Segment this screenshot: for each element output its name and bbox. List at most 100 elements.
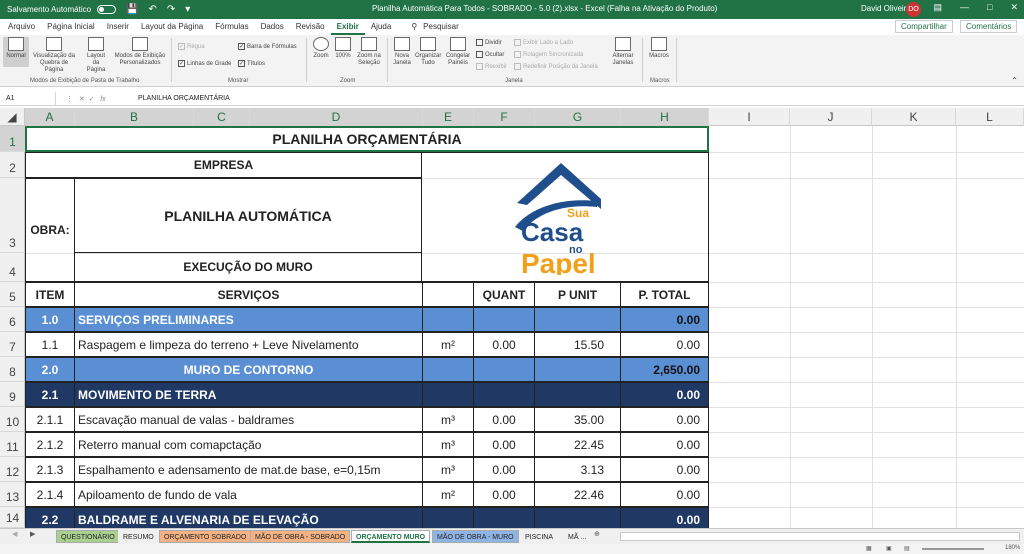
- share-button[interactable]: Compartilhar: [895, 20, 953, 33]
- quant-cell[interactable]: [473, 307, 535, 332]
- close-icon[interactable]: ✕: [1010, 2, 1018, 13]
- header-item[interactable]: ITEM: [25, 282, 75, 307]
- arrange-all-button[interactable]: Organizar Tudo: [415, 37, 441, 67]
- quant-cell[interactable]: [473, 382, 535, 407]
- zoom-selection-button[interactable]: Zoom na Seleção: [356, 37, 382, 67]
- name-box[interactable]: A1: [0, 91, 56, 106]
- total-cell[interactable]: 0.00: [620, 407, 709, 432]
- unit-cell[interactable]: [422, 507, 474, 528]
- side-by-side-button[interactable]: Exibir Lado a Lado: [514, 39, 573, 46]
- punit-cell[interactable]: 22.46: [534, 482, 621, 507]
- tab-exibir[interactable]: Exibir: [330, 19, 365, 35]
- headings-checkbox[interactable]: ✓ Títulos: [238, 60, 265, 67]
- tab-formulas[interactable]: Fórmulas: [209, 19, 254, 35]
- total-cell[interactable]: 0.00: [620, 382, 709, 407]
- item-cell[interactable]: 2.2: [25, 507, 75, 528]
- row-header[interactable]: 12: [0, 457, 25, 482]
- row-header[interactable]: 1: [0, 126, 25, 152]
- quant-cell[interactable]: 0.00: [473, 332, 535, 357]
- punit-cell[interactable]: [534, 357, 621, 382]
- zoom-level[interactable]: 180%: [1005, 545, 1020, 551]
- header-quant[interactable]: QUANT: [473, 282, 535, 307]
- item-cell[interactable]: 1.0: [25, 307, 75, 332]
- section-title-cell[interactable]: BALDRAME E ALVENARIA DE ELEVAÇÃO: [74, 507, 423, 528]
- horizontal-scrollbar[interactable]: [620, 532, 1020, 541]
- unit-cell[interactable]: m³: [422, 432, 474, 457]
- header-servicos[interactable]: SERVIÇOS: [74, 282, 423, 307]
- zoom-100-button[interactable]: 100%: [333, 37, 353, 60]
- reset-position-button[interactable]: Redefinir Posição da Janela: [514, 63, 598, 70]
- description-cell[interactable]: Apiloamento de fundo de vala: [74, 482, 423, 507]
- formula-input[interactable]: PLANILHA ORÇAMENTÁRIA: [128, 95, 230, 102]
- column-header[interactable]: E: [423, 108, 474, 126]
- unit-cell[interactable]: m²: [422, 482, 474, 507]
- row-header[interactable]: 3: [0, 178, 25, 253]
- punit-cell[interactable]: [534, 382, 621, 407]
- save-icon[interactable]: 💾: [126, 4, 138, 15]
- tab-dados[interactable]: Dados: [255, 19, 290, 35]
- autosave-toggle[interactable]: [97, 5, 117, 14]
- description-cell[interactable]: Escavação manual de valas - baldrames: [74, 407, 423, 432]
- unit-cell[interactable]: [422, 357, 474, 382]
- row-header[interactable]: 8: [0, 357, 25, 382]
- punit-cell[interactable]: 22.45: [534, 432, 621, 457]
- row-header[interactable]: 14: [0, 507, 25, 528]
- column-header[interactable]: C: [194, 108, 250, 126]
- row-header[interactable]: 10: [0, 407, 25, 432]
- hide-button[interactable]: Ocultar: [476, 51, 504, 58]
- sheet-tab[interactable]: MÃO DE OBRA - SOBRADO: [250, 530, 351, 543]
- column-header[interactable]: K: [872, 108, 956, 126]
- column-header[interactable]: I: [709, 108, 790, 126]
- unit-cell[interactable]: [422, 307, 474, 332]
- macros-button[interactable]: Macros: [647, 37, 671, 60]
- description-cell[interactable]: Reterro manual com comapctação: [74, 432, 423, 457]
- sheet-tab[interactable]: QUESTIONÁRIO: [56, 530, 120, 543]
- obra-name-cell[interactable]: PLANILHA AUTOMÁTICA: [74, 178, 422, 253]
- header-ptotal[interactable]: P. TOTAL: [620, 282, 709, 307]
- quant-cell[interactable]: 0.00: [473, 432, 535, 457]
- split-button[interactable]: Dividir: [476, 39, 502, 46]
- item-cell[interactable]: 2.1.4: [25, 482, 75, 507]
- redo-icon[interactable]: ↷: [167, 4, 175, 15]
- row-header[interactable]: 13: [0, 482, 25, 507]
- quant-cell[interactable]: [473, 507, 535, 528]
- prev-sheet-icon[interactable]: ◀: [12, 530, 17, 538]
- add-sheet-icon[interactable]: ⊕: [594, 530, 600, 538]
- column-header[interactable]: A: [25, 108, 75, 126]
- select-all-corner[interactable]: ◢: [0, 108, 25, 126]
- minimize-icon[interactable]: —: [960, 2, 969, 13]
- quant-cell[interactable]: 0.00: [473, 407, 535, 432]
- total-cell[interactable]: 2,650.00: [620, 357, 709, 382]
- page-break-preview-button[interactable]: Visualização da Quebra de Página: [31, 37, 77, 74]
- company-cell[interactable]: EMPRESA: [25, 152, 422, 178]
- page-layout-button[interactable]: Layout da Página: [83, 37, 109, 74]
- customize-toolbar-icon[interactable]: ▾: [185, 4, 190, 15]
- row-header[interactable]: 4: [0, 253, 25, 282]
- zoom-slider[interactable]: [922, 548, 984, 550]
- ribbon-options-icon[interactable]: ▤: [934, 2, 943, 13]
- column-header[interactable]: J: [790, 108, 872, 126]
- tab-inserir[interactable]: Inserir: [101, 19, 135, 35]
- undo-icon[interactable]: ↶: [149, 4, 157, 15]
- column-header[interactable]: L: [956, 108, 1024, 126]
- worksheet-grid[interactable]: PLANILHA ORÇAMENTÁRIA EMPRESA OBRA: PLAN…: [25, 126, 1024, 528]
- total-cell[interactable]: 0.00: [620, 307, 709, 332]
- total-cell[interactable]: 0.00: [620, 482, 709, 507]
- item-cell[interactable]: 2.1.2: [25, 432, 75, 457]
- quant-cell[interactable]: [473, 357, 535, 382]
- unit-cell[interactable]: m²: [422, 332, 474, 357]
- column-header[interactable]: F: [474, 108, 535, 126]
- item-cell[interactable]: 2.1: [25, 382, 75, 407]
- item-cell[interactable]: 2.0: [25, 357, 75, 382]
- total-cell[interactable]: 0.00: [620, 457, 709, 482]
- row-header[interactable]: 5: [0, 282, 25, 307]
- search-box[interactable]: Pesquisar: [423, 19, 465, 35]
- ruler-checkbox[interactable]: ✓ Régua: [178, 43, 205, 50]
- user-name[interactable]: David Oliveira: [861, 4, 911, 13]
- zoom-button[interactable]: Zoom: [311, 37, 331, 60]
- section-title-cell[interactable]: MURO DE CONTORNO: [74, 357, 423, 382]
- column-header[interactable]: G: [535, 108, 621, 126]
- normal-view-button[interactable]: Normal: [3, 37, 29, 67]
- sheet-title[interactable]: PLANILHA ORÇAMENTÁRIA: [25, 126, 709, 152]
- switch-windows-button[interactable]: Alternar Janelas: [610, 37, 636, 67]
